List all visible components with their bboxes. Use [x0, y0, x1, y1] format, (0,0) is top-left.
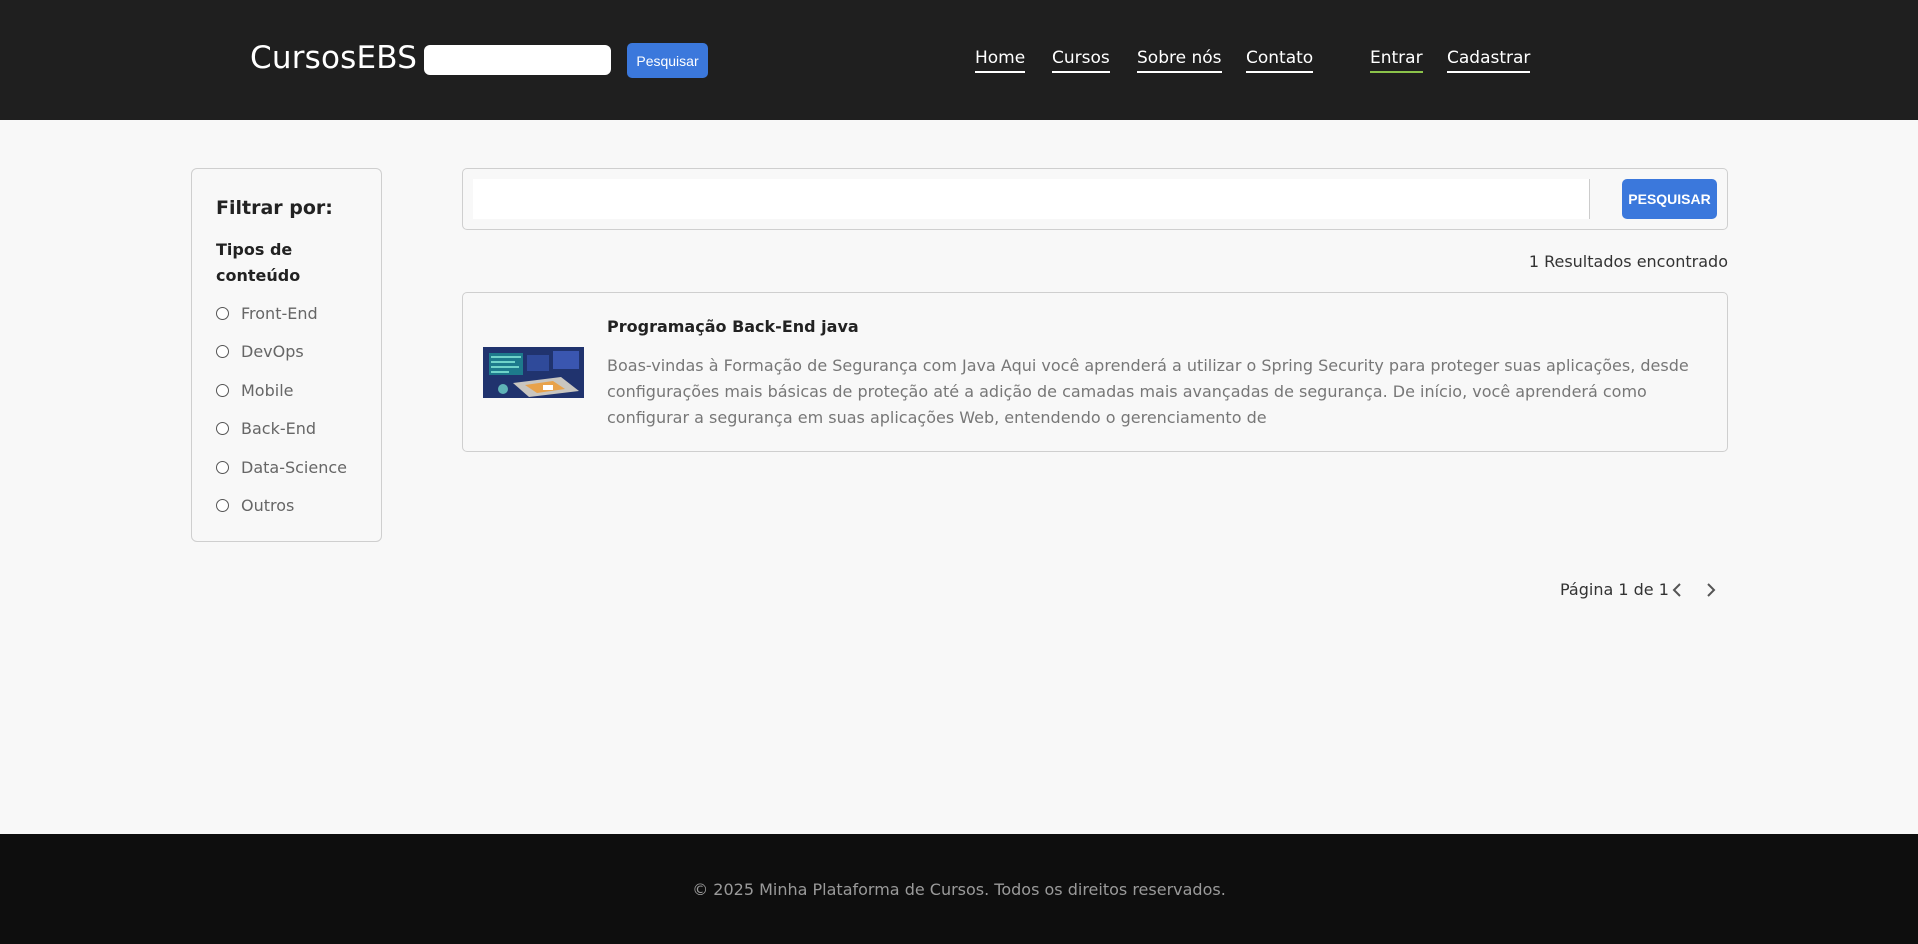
nav-entrar[interactable]: Entrar: [1370, 48, 1423, 73]
filter-option-label: Front-End: [241, 303, 318, 323]
radio-button[interactable]: [216, 306, 229, 320]
course-thumbnail[interactable]: [483, 347, 584, 398]
filter-title: Filtrar por:: [216, 197, 333, 219]
filter-option-outros[interactable]: Outros: [216, 494, 294, 516]
course-search-input[interactable]: [473, 179, 1590, 219]
filter-option-data-science[interactable]: Data-Science: [216, 456, 347, 478]
filter-option-front-end[interactable]: Front-End: [216, 302, 318, 324]
search-divider: [1589, 179, 1590, 219]
course-title[interactable]: Programação Back-End java: [607, 317, 859, 336]
chevron-left-icon[interactable]: [1666, 578, 1688, 602]
results-count: 1 Resultados encontrado: [1528, 252, 1728, 271]
course-card[interactable]: Programação Back-End java Boas-vindas à …: [462, 292, 1728, 452]
pagination-info: Página 1 de 1: [1560, 580, 1669, 599]
chevron-right-icon[interactable]: [1700, 578, 1722, 602]
course-search-bar: PESQUISAR: [462, 168, 1728, 230]
filter-subtitle: Tipos de conteúdo: [216, 240, 301, 285]
nav-contato[interactable]: Contato: [1246, 48, 1314, 73]
nav-sobre-nos[interactable]: Sobre nós: [1137, 48, 1222, 73]
header-search-input[interactable]: [424, 45, 611, 75]
filter-option-label: Back-End: [241, 418, 317, 438]
course-search-button[interactable]: PESQUISAR: [1622, 179, 1717, 219]
filter-panel: Filtrar por: Tipos de conteúdo Front-End…: [191, 168, 382, 542]
filter-option-label: Outros: [241, 495, 295, 515]
filter-option-label: Data-Science: [241, 457, 347, 477]
radio-button[interactable]: [216, 344, 229, 358]
brand-logo[interactable]: CursosEBS: [250, 40, 417, 76]
filter-option-label: Mobile: [241, 380, 294, 400]
footer-copyright: © 2025 Minha Plataforma de Cursos. Todos…: [692, 880, 1226, 899]
radio-button[interactable]: [216, 460, 229, 474]
filter-option-devops[interactable]: DevOps: [216, 340, 304, 362]
filter-option-mobile[interactable]: Mobile: [216, 379, 293, 401]
course-description: Boas-vindas à Formação de Segurança com …: [607, 356, 1689, 427]
filter-option-back-end[interactable]: Back-End: [216, 417, 316, 439]
site-footer: © 2025 Minha Plataforma de Cursos. Todos…: [0, 834, 1918, 944]
radio-button[interactable]: [216, 421, 229, 435]
radio-button[interactable]: [216, 383, 229, 397]
radio-button[interactable]: [216, 498, 229, 512]
header-search-button[interactable]: Pesquisar: [627, 43, 708, 78]
filter-option-label: DevOps: [241, 341, 304, 361]
nav-cadastrar[interactable]: Cadastrar: [1447, 48, 1531, 73]
nav-home[interactable]: Home: [975, 48, 1026, 73]
site-header: CursosEBS Pesquisar Home Cursos Sobre nó…: [0, 0, 1918, 120]
nav-cursos[interactable]: Cursos: [1052, 48, 1110, 73]
